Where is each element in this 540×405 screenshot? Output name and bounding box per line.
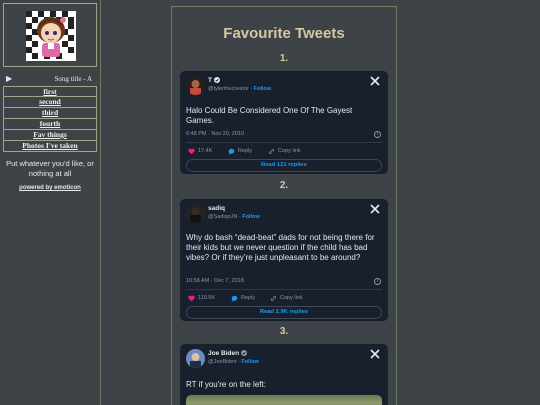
reply-bubble-icon bbox=[231, 295, 238, 302]
tweet-image[interactable] bbox=[186, 395, 382, 405]
reply-bubble-icon bbox=[228, 148, 235, 155]
verified-badge-icon bbox=[213, 77, 220, 83]
nav-link-fourth[interactable]: fourth bbox=[3, 119, 97, 130]
tweet-card[interactable]: sadiq @SadiqoJN · Follow Why do bash “de… bbox=[180, 199, 388, 321]
x-logo-icon[interactable] bbox=[370, 76, 380, 86]
song-title: Song title - A bbox=[54, 75, 92, 83]
heart-icon bbox=[188, 295, 195, 302]
tweet-actions: 110.5K Reply Copy link bbox=[188, 294, 378, 303]
avatar[interactable] bbox=[186, 204, 205, 223]
main-content: Favourite Tweets 1. T @tylerthecreator ·… bbox=[171, 6, 397, 405]
tweet-header: sadiq @SadiqoJN · Follow bbox=[186, 204, 382, 224]
tweet-timestamp[interactable]: 6:48 PM · Nov 20, 2010 bbox=[186, 131, 244, 137]
tweet-author-name[interactable]: T bbox=[208, 77, 220, 84]
page-title: Favourite Tweets bbox=[223, 25, 345, 42]
avatar[interactable] bbox=[186, 76, 205, 95]
heart-icon bbox=[188, 148, 195, 155]
profile-picture bbox=[26, 11, 76, 61]
like-count: 17.4K bbox=[198, 148, 213, 154]
x-logo-icon[interactable] bbox=[370, 349, 380, 359]
divider bbox=[186, 289, 382, 290]
tweet-handle[interactable]: @tylerthecreator · Follow bbox=[208, 86, 271, 92]
nav-link-third[interactable]: third bbox=[3, 108, 97, 119]
link-icon bbox=[269, 149, 274, 154]
read-replies-button[interactable]: Read 121 replies bbox=[186, 159, 382, 172]
link-icon bbox=[271, 296, 276, 301]
tweet-header: Joe Biden @JoeBiden · Follow bbox=[186, 349, 382, 369]
play-icon[interactable]: ▶ bbox=[6, 74, 12, 83]
tweet-author-name[interactable]: sadiq bbox=[208, 205, 225, 212]
sidebar-nav: first second third fourth Fav things Pho… bbox=[3, 86, 97, 152]
tweet-header: T @tylerthecreator · Follow bbox=[186, 76, 382, 96]
divider bbox=[186, 142, 382, 143]
tweet-number: 1. bbox=[279, 53, 289, 64]
follow-button[interactable]: Follow bbox=[241, 359, 258, 365]
powered-by-link[interactable]: powered by emoticon bbox=[0, 185, 100, 191]
tweet-handle[interactable]: @JoeBiden · Follow bbox=[208, 359, 259, 365]
follow-button[interactable]: Follow bbox=[254, 86, 271, 92]
follow-button[interactable]: Follow bbox=[242, 214, 259, 220]
tweet-timestamp[interactable]: 10:58 AM · Dec 7, 2018 bbox=[186, 278, 244, 284]
tweet-handle[interactable]: @SadiqoJN · Follow bbox=[208, 214, 260, 220]
sidebar-blurb: Put whatever you'd like, or nothing at a… bbox=[6, 159, 94, 178]
info-icon[interactable]: i bbox=[374, 278, 381, 285]
info-icon[interactable]: i bbox=[374, 131, 381, 138]
nav-link-photos[interactable]: Photos I've taken bbox=[3, 141, 97, 152]
read-replies-button[interactable]: Read 2.9K replies bbox=[186, 306, 382, 319]
tweet-number: 2. bbox=[279, 180, 289, 191]
verified-badge-icon bbox=[240, 350, 247, 356]
tweet-card[interactable]: T @tylerthecreator · Follow Halo Could B… bbox=[180, 71, 388, 174]
sidebar: ▶ Song title - A first second third four… bbox=[0, 0, 101, 405]
x-logo-icon[interactable] bbox=[370, 204, 380, 214]
tweet-author-name[interactable]: Joe Biden bbox=[208, 350, 247, 357]
tweet-text: RT if you're on the left: bbox=[186, 380, 266, 389]
avatar[interactable] bbox=[186, 349, 205, 368]
tweet-text: Why do bash “dead-beat” dads for not bei… bbox=[186, 233, 375, 262]
music-player[interactable]: ▶ Song title - A bbox=[6, 74, 96, 86]
tweet-actions: 17.4K Reply Copy link bbox=[188, 147, 378, 156]
nav-link-fav-things[interactable]: Fav things bbox=[3, 130, 97, 141]
nav-link-second[interactable]: second bbox=[3, 97, 97, 108]
nav-link-first[interactable]: first bbox=[3, 86, 97, 97]
tweet-number: 3. bbox=[279, 326, 289, 337]
tweet-card[interactable]: Joe Biden @JoeBiden · Follow RT if you'r… bbox=[180, 344, 388, 405]
tweet-text: Halo Could Be Considered One Of The Gaye… bbox=[186, 106, 353, 125]
profile-picture-frame bbox=[3, 3, 97, 67]
like-count: 110.5K bbox=[198, 295, 216, 301]
